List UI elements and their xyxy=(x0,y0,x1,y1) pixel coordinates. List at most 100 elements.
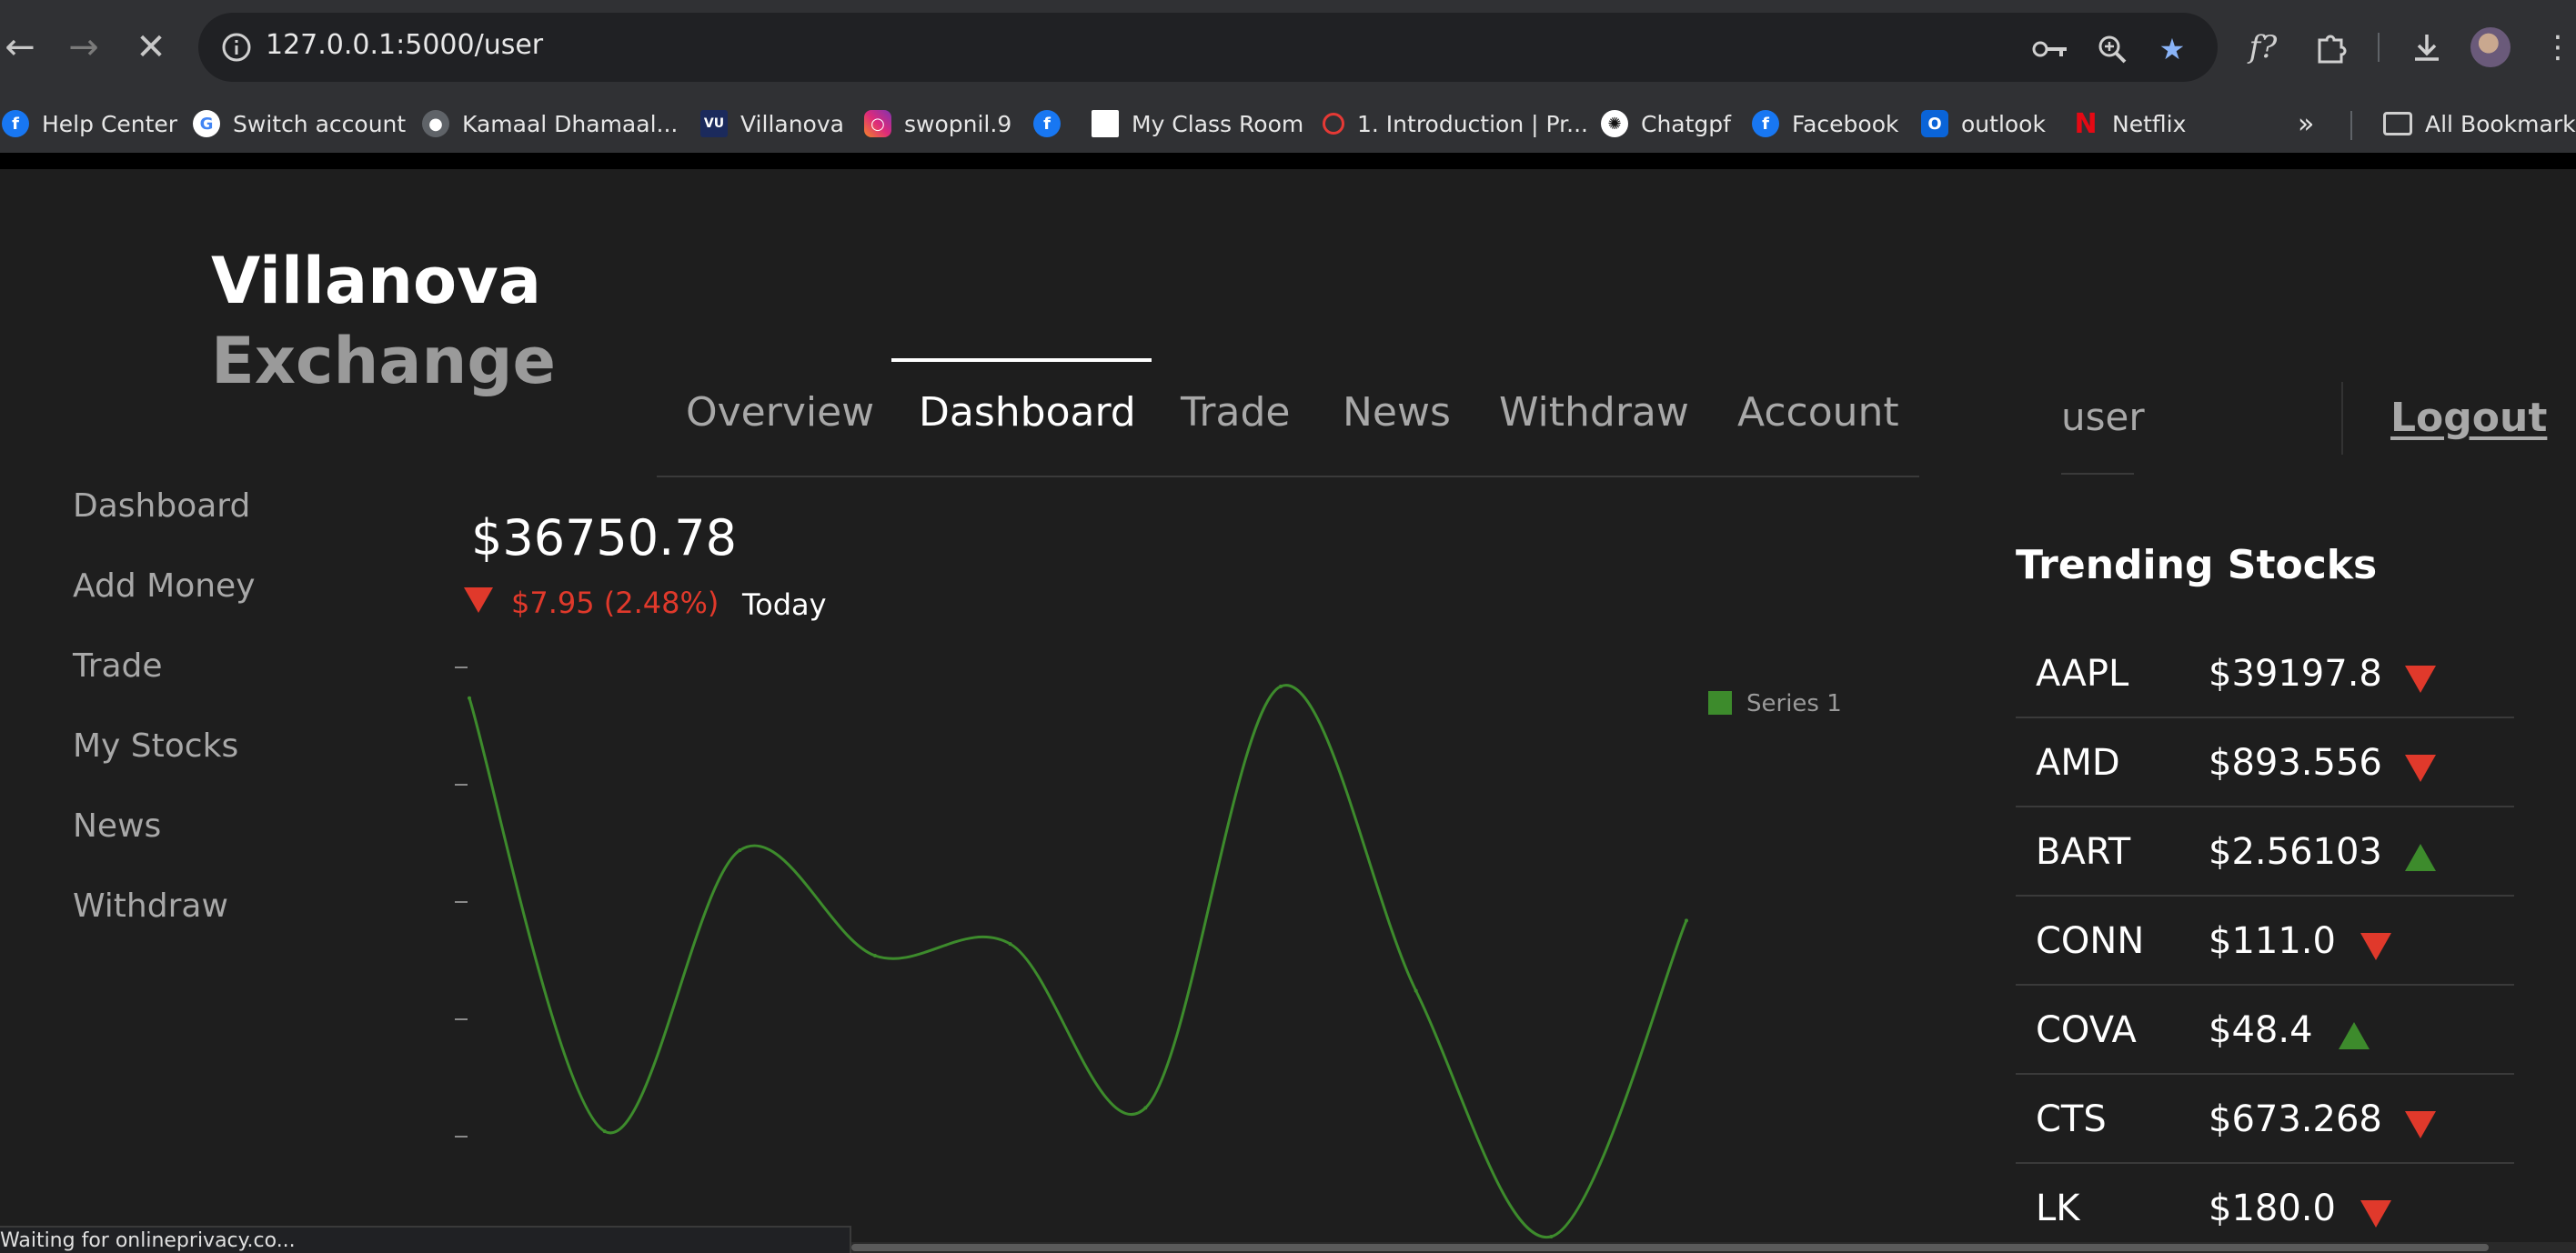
stock-row[interactable]: AAPL $39197.8 xyxy=(2016,629,2514,718)
stock-row[interactable]: LK $180.0 xyxy=(2016,1164,2514,1253)
brand-line2[interactable]: Exchange xyxy=(211,324,556,398)
forward-icon[interactable]: → xyxy=(56,20,111,75)
bookmark-villanova[interactable]: VU Villanova xyxy=(700,105,844,142)
stop-loading-icon[interactable]: ✕ xyxy=(124,20,178,75)
stock-price: $2.56103 xyxy=(2209,831,2382,873)
data-point xyxy=(1685,918,1688,923)
bookmark-netflix[interactable]: N Netflix xyxy=(2072,105,2186,142)
bookmark-outlook[interactable]: Ooutlook xyxy=(1921,105,2046,142)
stock-price: $673.268 xyxy=(2209,1098,2382,1140)
tab-trade[interactable]: Trade xyxy=(1181,389,1290,436)
down-arrow-icon xyxy=(2405,1111,2436,1138)
stock-price: $111.0 xyxy=(2209,920,2336,962)
stock-row[interactable]: CONN $111.0 xyxy=(2016,897,2514,986)
villanova-icon: VU xyxy=(700,110,728,137)
sidebar-item-news[interactable]: News xyxy=(73,807,161,845)
browser-toolbar: ← → ✕ 127.0.0.1:5000/user ★ f? ⋮ xyxy=(0,0,2576,95)
sidebar-item-add-money[interactable]: Add Money xyxy=(73,567,256,605)
bookmark-my-class-room[interactable]: My Class Room xyxy=(1092,105,1303,142)
address-bar[interactable]: 127.0.0.1:5000/user ★ xyxy=(198,13,2218,82)
header-divider xyxy=(2341,382,2343,455)
series-line xyxy=(468,684,1688,1238)
download-icon[interactable] xyxy=(2400,20,2454,75)
stock-symbol: CTS xyxy=(2036,1098,2107,1140)
folder-icon xyxy=(2383,112,2412,135)
page-top-bar xyxy=(0,153,2576,169)
data-point xyxy=(1008,942,1012,947)
down-arrow-icon xyxy=(2360,1200,2391,1228)
sidebar-item-trade[interactable]: Trade xyxy=(73,647,163,685)
facebook-icon: f xyxy=(2,110,29,137)
all-bookmarks[interactable]: All Bookmarks xyxy=(2383,105,2576,142)
tab-account[interactable]: Account xyxy=(1737,389,1899,436)
stock-price: $893.556 xyxy=(2209,742,2382,784)
password-key-icon[interactable] xyxy=(2030,29,2070,69)
nav-divider xyxy=(657,476,1919,477)
up-arrow-icon xyxy=(2405,844,2436,871)
more-menu-icon[interactable]: ⋮ xyxy=(2531,20,2576,75)
sidebar-item-dashboard[interactable]: Dashboard xyxy=(73,487,250,525)
tab-dashboard[interactable]: Dashboard xyxy=(919,389,1136,436)
stock-row[interactable]: CTS $673.268 xyxy=(2016,1075,2514,1164)
facebook-icon: f xyxy=(1752,110,1779,137)
tab-overview[interactable]: Overview xyxy=(686,389,874,436)
tab-withdraw[interactable]: Withdraw xyxy=(1499,389,1689,436)
back-icon[interactable]: ← xyxy=(0,20,47,75)
stock-row[interactable]: AMD $893.556 xyxy=(2016,718,2514,807)
opera-icon xyxy=(1323,113,1344,135)
instagram-icon: ○ xyxy=(864,110,891,137)
url-text[interactable]: 127.0.0.1:5000/user xyxy=(266,29,543,61)
browser-status-bar: Waiting for onlineprivacy.co... xyxy=(0,1226,851,1253)
profile-avatar[interactable] xyxy=(2470,27,2511,67)
data-point xyxy=(1279,684,1283,688)
logout-link[interactable]: Logout xyxy=(2390,395,2547,441)
sidebar-item-my-stocks[interactable]: My Stocks xyxy=(73,727,238,765)
username-divider xyxy=(2061,473,2134,475)
site-info-icon[interactable] xyxy=(215,25,258,69)
brand-line1[interactable]: Villanova xyxy=(211,244,541,318)
stock-symbol: BART xyxy=(2036,831,2131,873)
bookmark-swopnil[interactable]: ○ swopnil.9 xyxy=(864,105,1011,142)
data-point xyxy=(1143,1106,1148,1110)
change-period: Today xyxy=(742,587,827,622)
bookmark-facebook-unlabeled[interactable]: f xyxy=(1033,105,1073,142)
bookmark-facebook[interactable]: f Facebook xyxy=(1752,105,1898,142)
chatgpt-icon: ✺ xyxy=(1601,110,1628,137)
data-point xyxy=(1549,1235,1554,1238)
bookmark-chatgpf[interactable]: ✺ Chatgpf xyxy=(1601,105,1731,142)
more-bookmarks-chevron-icon[interactable]: » xyxy=(2298,105,2314,142)
stock-symbol: AMD xyxy=(2036,742,2120,784)
formula-extension-icon[interactable]: f? xyxy=(2236,20,2290,75)
stock-row[interactable]: COVA $48.4 xyxy=(2016,986,2514,1075)
bookmark-switch-account[interactable]: G Switch account xyxy=(193,105,406,142)
portfolio-line-chart: Series 1 xyxy=(455,667,1842,1238)
data-point xyxy=(738,848,742,853)
outlook-icon: O xyxy=(1921,110,1948,137)
tab-news[interactable]: News xyxy=(1343,389,1451,436)
facebook-icon: f xyxy=(1033,110,1061,137)
sidebar-item-withdraw[interactable]: Withdraw xyxy=(73,887,228,925)
netflix-icon: N xyxy=(2074,107,2098,140)
up-arrow-icon xyxy=(2338,1022,2370,1049)
trending-stocks-title: Trending Stocks xyxy=(2016,542,2378,588)
stock-symbol: LK xyxy=(2036,1188,2080,1229)
bookmark-help-center[interactable]: f Help Center xyxy=(2,105,177,142)
data-points xyxy=(468,684,1688,1238)
stock-row[interactable]: BART $2.56103 xyxy=(2016,807,2514,897)
bookmark-kamaal-dhamaal[interactable]: ● Kamaal Dhamaal... xyxy=(422,105,678,142)
bookmark-star-icon[interactable]: ★ xyxy=(2152,29,2192,69)
data-point xyxy=(873,954,877,957)
legend-label: Series 1 xyxy=(1746,690,1842,717)
legend-swatch xyxy=(1708,691,1732,715)
stock-price: $48.4 xyxy=(2209,1009,2313,1051)
down-arrow-icon xyxy=(2405,755,2436,782)
horizontal-scrollbar-thumb[interactable] xyxy=(851,1244,2489,1251)
data-point xyxy=(602,1129,607,1134)
active-tab-indicator xyxy=(891,358,1152,362)
bookmark-introduction[interactable]: 1. Introduction | Pr... xyxy=(1323,105,1588,142)
bookmarks-bar: f Help Center G Switch account ● Kamaal Dha… xyxy=(0,95,2576,153)
down-arrow-icon xyxy=(2405,666,2436,693)
globe-icon: ● xyxy=(422,110,449,137)
zoom-icon[interactable] xyxy=(2092,29,2132,69)
extensions-puzzle-icon[interactable] xyxy=(2303,20,2358,75)
